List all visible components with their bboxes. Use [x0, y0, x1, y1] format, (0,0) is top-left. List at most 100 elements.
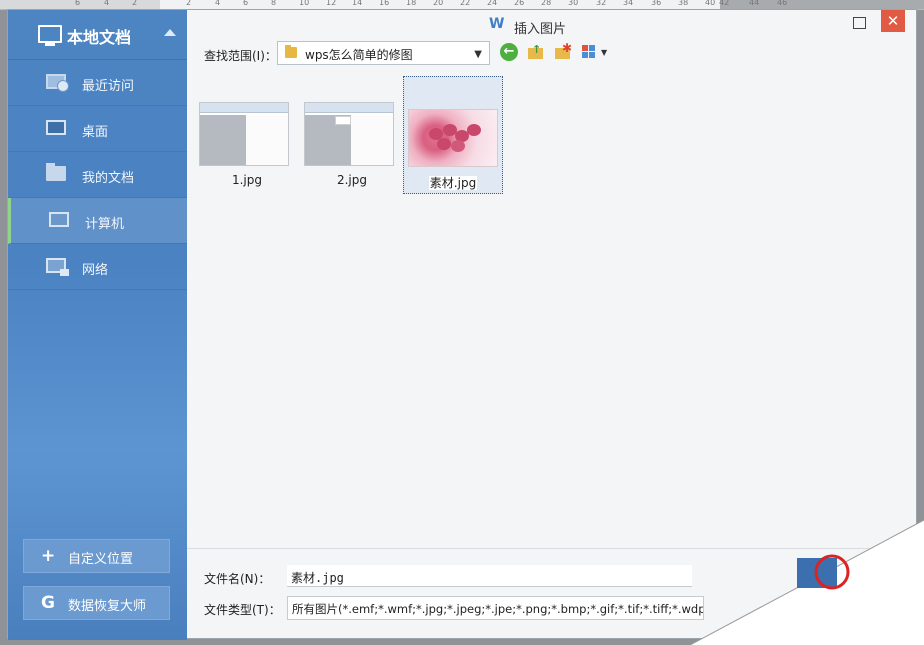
sidebar-nav: 最近访问 桌面 我的文档 计算机 网络 — [8, 60, 187, 290]
plus-icon: + — [41, 546, 56, 566]
ruler-number: 46 — [777, 0, 788, 7]
ruler-number: 2 — [186, 0, 192, 7]
ruler-number: 2 — [132, 0, 138, 7]
insert-picture-dialog: 本地文档 最近访问 桌面 我的文档 计算机 网络 + 自定义位置 G 数据恢复大… — [7, 9, 917, 640]
ruler-number: 12 — [326, 0, 337, 7]
ruler-number: 26 — [514, 0, 525, 7]
ruler-number: 42 — [719, 0, 730, 7]
file-name-text: 素材.jpg — [428, 176, 478, 190]
thumb-gray-area — [200, 115, 246, 165]
view-grid-cell — [582, 52, 588, 58]
chevron-down-icon: ▼ — [474, 49, 482, 60]
maximize-button[interactable] — [853, 17, 866, 29]
look-in-value: wps怎么简单的修图 — [305, 48, 413, 62]
ruler-number: 6 — [75, 0, 81, 7]
file-name: 1.jpg — [231, 173, 263, 187]
ruler-number: 32 — [596, 0, 607, 7]
ruler-number: 6 — [243, 0, 249, 7]
up-folder-button[interactable]: ↑ — [527, 43, 545, 61]
thumb-page — [351, 115, 393, 165]
sidebar-item-label: 计算机 — [85, 217, 125, 232]
rose-shape — [451, 140, 465, 152]
custom-location-label: 自定义位置 — [68, 552, 134, 567]
sidebar-item-label: 桌面 — [82, 125, 109, 140]
data-recovery-label: 数据恢复大师 — [68, 599, 147, 614]
recent-icon — [46, 74, 69, 92]
sidebar-item-recent[interactable]: 最近访问 — [8, 60, 187, 106]
sidebar-item-computer[interactable]: 计算机 — [8, 198, 187, 244]
sidebar-item-network[interactable]: 网络 — [8, 244, 187, 290]
thumb-toolbar — [305, 103, 393, 113]
sidebar-item-label: 我的文档 — [82, 171, 135, 186]
ruler-number: 8 — [271, 0, 277, 7]
view-grid-icon — [582, 45, 588, 51]
file-item[interactable]: 2.jpg — [302, 76, 402, 194]
rose-shape — [437, 138, 451, 150]
divider — [187, 548, 916, 549]
new-folder-button[interactable]: ✱ — [554, 41, 573, 61]
computer-icon — [49, 212, 69, 227]
custom-location-button[interactable]: + 自定义位置 — [23, 539, 170, 573]
ruler-number: 38 — [678, 0, 689, 7]
thumb-page — [246, 115, 288, 165]
file-name-input[interactable]: 素材.jpg — [287, 565, 692, 587]
sidebar-header[interactable]: 本地文档 — [8, 10, 187, 60]
file-type-dropdown[interactable]: 所有图片(*.emf;*.wmf;*.jpg;*.jpeg;*.jpe;*.pn… — [287, 596, 704, 620]
up-arrow-icon: ↑ — [532, 43, 542, 56]
ruler-number: 18 — [406, 0, 417, 7]
ruler-number: 14 — [352, 0, 363, 7]
monitor-icon — [38, 25, 62, 46]
sidebar-item-label: 最近访问 — [82, 79, 135, 94]
view-grid-cell — [589, 45, 595, 51]
ruler-number: 20 — [433, 0, 444, 7]
file-name-label: 文件名(N)： — [204, 572, 271, 586]
sidebar: 本地文档 最近访问 桌面 我的文档 计算机 网络 + 自定义位置 G 数据恢复大… — [8, 10, 187, 640]
ruler-number: 4 — [104, 0, 110, 7]
file-list: 1.jpg 2.jpg 素材.jpg — [197, 76, 897, 546]
new-star-icon: ✱ — [562, 41, 573, 55]
main-panel: W 插入图片 ✕ 查找范围(I)： wps怎么简单的修图 ▼ ← ↑ ✱ ▼ 1… — [187, 10, 916, 638]
dialog-title: 插入图片 — [514, 22, 567, 37]
ruler-number: 30 — [568, 0, 579, 7]
ruler-number: 24 — [487, 0, 498, 7]
sidebar-title: 本地文档 — [67, 28, 132, 47]
rose-shape — [467, 124, 481, 136]
look-in-dropdown[interactable]: wps怎么简单的修图 ▼ — [277, 41, 490, 65]
folder-icon — [285, 45, 297, 58]
file-name: 2.jpg — [336, 173, 368, 187]
ruler-number: 10 — [299, 0, 310, 7]
view-grid-cell — [589, 52, 595, 58]
file-item[interactable]: 1.jpg — [197, 76, 297, 194]
close-button[interactable]: ✕ — [881, 10, 905, 32]
network-icon — [46, 258, 69, 276]
view-menu-button[interactable]: ▼ — [581, 43, 609, 61]
back-button[interactable]: ← — [500, 43, 518, 61]
file-thumbnail — [304, 102, 394, 166]
wps-logo-icon: W — [489, 16, 505, 32]
roses-image-thumbnail — [408, 109, 498, 167]
ruler-number: 16 — [379, 0, 390, 7]
file-name: 素材.jpg — [404, 174, 502, 191]
ruler-number: 36 — [651, 0, 662, 7]
thumb-text-block — [335, 116, 351, 125]
file-thumbnail — [199, 102, 289, 166]
ruler-number: 40 — [705, 0, 716, 7]
sidebar-item-label: 网络 — [82, 263, 109, 278]
desktop-icon — [46, 120, 66, 135]
file-item-selected[interactable]: 素材.jpg — [403, 76, 503, 194]
close-icon: ✕ — [886, 12, 900, 30]
look-in-label: 查找范围(I)： — [204, 49, 277, 63]
sidebar-item-my-documents[interactable]: 我的文档 — [8, 152, 187, 198]
ruler-number: 44 — [749, 0, 760, 7]
ruler-number: 34 — [623, 0, 634, 7]
recovery-icon: G — [41, 593, 55, 613]
chevron-down-icon: ▼ — [601, 48, 608, 57]
ruler-number: 4 — [215, 0, 221, 7]
data-recovery-button[interactable]: G 数据恢复大师 — [23, 586, 170, 620]
sidebar-item-desktop[interactable]: 桌面 — [8, 106, 187, 152]
dialog-titlebar: W 插入图片 ✕ — [187, 10, 916, 40]
folder-icon — [46, 163, 66, 181]
ruler-number: 28 — [541, 0, 552, 7]
collapse-arrow-icon[interactable] — [164, 29, 176, 36]
back-arrow-icon: ← — [503, 44, 515, 59]
